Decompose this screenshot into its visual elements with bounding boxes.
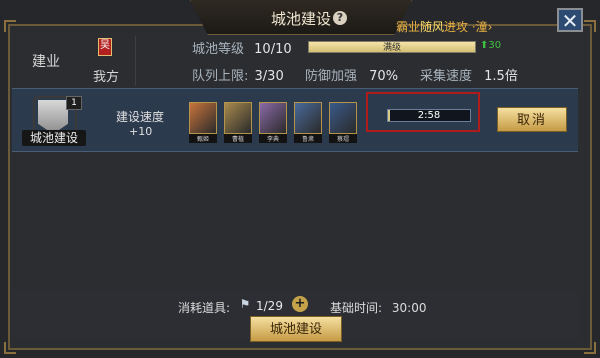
- title-bar: 城池建设: [190, 0, 412, 35]
- marquee-suffix: 进攻 ·潼›: [444, 20, 493, 34]
- level-stat: 城池等级 10/10: [192, 38, 292, 57]
- item-count: 1/29: [256, 299, 283, 313]
- hero-name: 曹植: [224, 134, 252, 143]
- consume-label: 消耗道具:: [178, 301, 231, 315]
- hero-name: 鲁肃: [294, 134, 322, 143]
- hero-name: 甄姬: [189, 134, 217, 143]
- window-title: 城池建设: [270, 10, 331, 28]
- flag-item-icon: ⚑: [239, 297, 251, 311]
- defense-stat: 防御加强 70%: [305, 65, 398, 84]
- level-bar-text: 满级: [382, 43, 401, 53]
- build-speed-label: 建设速度: [116, 110, 165, 124]
- queue-label: 队列上限:: [192, 69, 249, 84]
- close-button[interactable]: ✕: [557, 8, 583, 32]
- hero-portrait[interactable]: [259, 102, 287, 134]
- gather-label: 采集速度: [420, 69, 473, 84]
- gather-stat: 采集速度 1.5倍: [420, 65, 518, 84]
- divider: [135, 36, 136, 86]
- base-time: 基础时间: 30:00: [330, 299, 426, 316]
- city-name: 建业: [32, 54, 60, 70]
- level-gain: ⬆30: [480, 40, 501, 51]
- building-level-badge: 1: [66, 96, 82, 110]
- faction-badge-icon: 吴: [98, 38, 112, 56]
- build-timer-bar: 2:58: [387, 109, 471, 122]
- frame-corner: [584, 20, 596, 32]
- level-value: 10/10: [254, 42, 292, 57]
- timer-fill: [388, 110, 390, 121]
- cancel-button[interactable]: 取消: [497, 107, 567, 132]
- base-time-label: 基础时间:: [330, 301, 383, 315]
- hero-name: 蔡瑁: [329, 134, 357, 143]
- timer-text: 2:58: [417, 110, 441, 121]
- hero-portrait[interactable]: [329, 102, 357, 134]
- gather-value: 1.5倍: [484, 69, 518, 84]
- marquee-notice: 霸业随风进攻 ·潼›: [396, 18, 492, 35]
- base-time-value: 30:00: [391, 301, 427, 315]
- add-item-icon[interactable]: +: [292, 296, 308, 312]
- defense-label: 防御加强: [305, 69, 358, 84]
- level-progress-bar: 满级: [308, 41, 476, 53]
- level-gain-value: 30: [488, 40, 502, 51]
- hero-portrait[interactable]: [224, 102, 252, 134]
- build-speed-value: +10: [129, 125, 153, 138]
- help-icon[interactable]: ?: [333, 11, 347, 25]
- frame-corner: [4, 342, 16, 354]
- faction-label: 我方: [93, 70, 120, 85]
- defense-value: 70%: [369, 69, 399, 84]
- hero-portrait[interactable]: [294, 102, 322, 134]
- frame-corner: [584, 342, 596, 354]
- building-label: 城池建设: [22, 130, 86, 146]
- frame-corner: [4, 20, 16, 32]
- city-build-window: 城池建设 ? 霸业随风进攻 ·潼› ✕ 建业 吴 我方 城池等级 10/10 满…: [0, 0, 600, 358]
- hero-name: 李典: [259, 134, 287, 143]
- hero-portrait[interactable]: [189, 102, 217, 134]
- city-build-button[interactable]: 城池建设: [250, 316, 342, 342]
- queue-value: 3/30: [254, 69, 284, 84]
- marquee-prefix: 霸业: [396, 20, 421, 34]
- marquee-highlight: 随风: [420, 20, 445, 34]
- queue-stat: 队列上限: 3/30: [192, 65, 284, 84]
- level-label: 城池等级: [192, 42, 245, 57]
